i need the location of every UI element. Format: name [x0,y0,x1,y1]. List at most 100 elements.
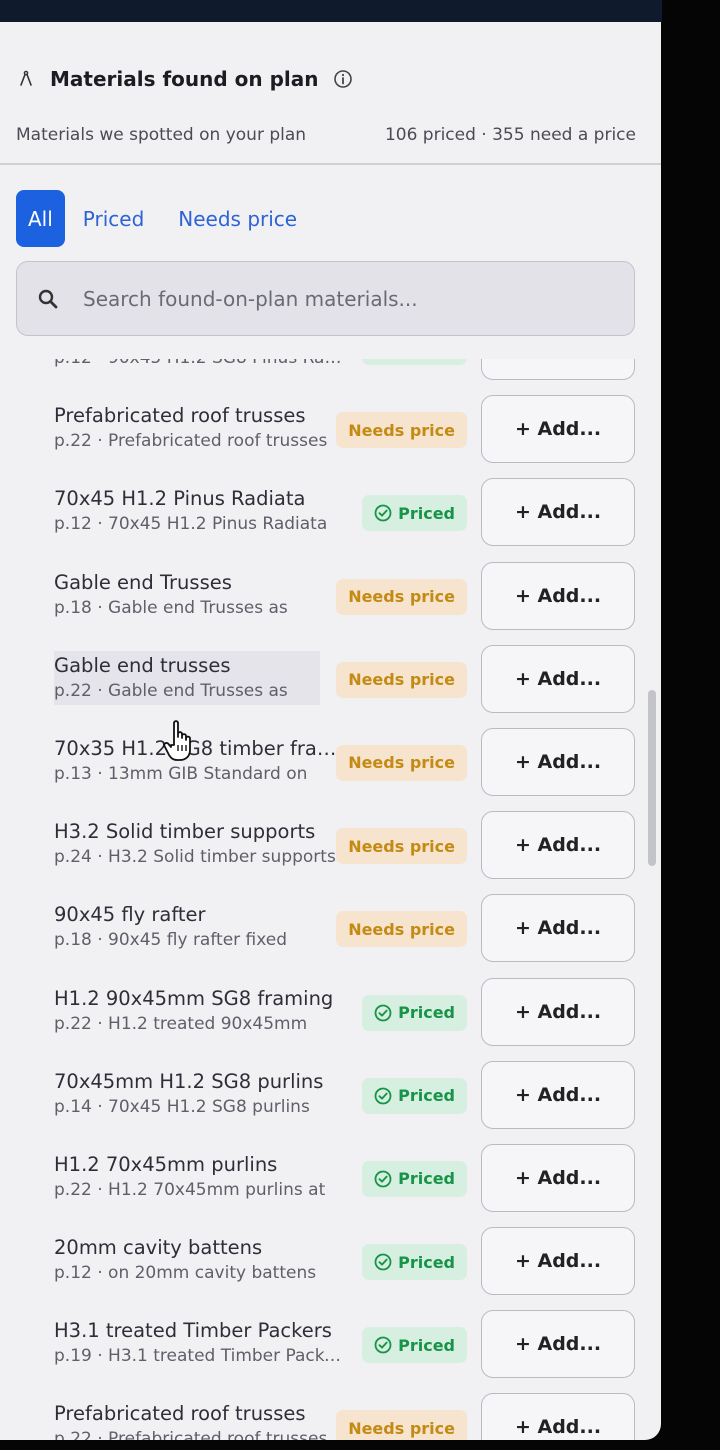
add-button[interactable]: + Add... [481,894,635,963]
material-name: Prefabricated roof trusses [54,404,306,428]
material-row[interactable]: 70x45 H1.2 Pinus Radiata p.12 · 70x45 H1.… [0,476,661,559]
add-button[interactable]: + Add... [481,359,635,380]
add-button[interactable]: + Add... [481,1393,635,1440]
check-circle-icon [374,1253,392,1271]
status-label: Needs price [348,753,455,773]
add-button[interactable]: + Add... [481,1227,635,1296]
material-source: p.12 · 70x45 H1.2 Pinus Radiata [54,514,328,535]
status-label: Priced [398,1003,455,1022]
add-button[interactable]: + Add... [481,1060,635,1129]
material-row[interactable]: Gable end trusses p.22 · Gable end Trusse… [0,643,661,726]
status-badge: Priced [362,1244,467,1281]
status-badge: Priced [362,359,467,365]
material-text[interactable]: 20mm cavity battens p.12 · on 20mm cavity… [54,1235,344,1285]
material-text[interactable]: Gable end trusses p.22 · Gable end Trusse… [54,650,320,705]
material-source: p.12 · on 20mm cavity battens [54,1263,317,1284]
status-label: Priced [398,1252,455,1272]
filter-tabs: All Priced Needs price [16,190,315,247]
material-text[interactable]: 70x45 H1.2 Pinus Radiata p.12 · 70x45 H1.… [54,486,344,536]
status-label: Priced [398,503,455,523]
add-button[interactable]: + Add... [481,811,635,880]
divider [0,163,661,165]
compass-icon [20,70,32,86]
status-label: Needs price [348,420,455,440]
material-name: 90x45 fly rafter [54,903,206,927]
status-badge: Needs price [336,911,467,948]
material-source: p.18 · 90x45 fly rafter fixed [54,930,288,951]
tab-priced[interactable]: Priced [67,190,160,247]
material-text[interactable]: Gable end Trusses p.18 · Gable end Trusse… [54,570,344,620]
material-row[interactable]: H3.1 treated Timber Packers p.19 · H3.1 t… [0,1308,661,1391]
search-box[interactable] [16,261,635,336]
material-source: p.22 · H1.2 70x45mm purlins at [54,1179,326,1200]
status-label: Priced [398,1169,455,1189]
material-text[interactable]: Prefabricated roof trusses p.22 · Prefabr… [54,1401,344,1440]
check-circle-icon [374,1336,392,1354]
add-button[interactable]: + Add... [481,644,635,713]
material-text[interactable]: 90x45 H1.2 SG8 Pinus Radiatap.12 · 90x45… [54,359,344,370]
material-row[interactable]: H1.2 90x45mm SG8 framing p.22 · H1.2 trea… [0,976,661,1059]
hand-cursor-icon [163,720,191,761]
add-button[interactable]: + Add... [481,561,635,630]
material-source: p.12 · 90x45 H1.2 SG8 Pinus Radiata [54,359,344,370]
material-row[interactable]: 90x45 fly rafter p.18 · 90x45 fly rafter … [0,892,661,975]
add-button[interactable]: + Add... [481,478,635,547]
material-row[interactable]: 90x45 H1.2 SG8 Pinus Radiatap.12 · 90x45… [0,359,661,393]
material-row[interactable]: Prefabricated roof trusses p.22 · Prefabr… [0,1391,661,1440]
status-badge: Priced [362,1077,467,1114]
search-input[interactable] [83,286,634,311]
material-row[interactable]: Gable end Trusses p.18 · Gable end Trusse… [0,560,661,643]
material-text[interactable]: 90x45 fly rafter p.18 · 90x45 fly rafter … [54,902,344,952]
material-source: p.13 · 13mm GIB Standard on [54,763,308,784]
material-text[interactable]: H3.1 treated Timber Packers p.19 · H3.1 t… [54,1318,344,1368]
tab-needs-price[interactable]: Needs price [162,190,313,247]
material-text[interactable]: H1.2 90x45mm SG8 framing p.22 · H1.2 trea… [54,986,344,1036]
check-circle-icon [374,1004,392,1021]
material-text[interactable]: 70x35 H1.2 SG8 timber framing p.13 · 13mm… [54,736,344,786]
material-name: 20mm cavity battens [54,1236,263,1260]
status-label: Needs price [348,919,455,939]
material-row[interactable]: H1.2 70x45mm purlins p.22 · H1.2 70x45mm … [0,1142,661,1225]
status-badge: Needs price [336,828,467,865]
material-row[interactable]: Prefabricated roof trusses p.22 · Prefabr… [0,393,661,476]
status-badge: Priced [362,1327,467,1364]
panel-header: Materials found on plan [16,64,353,94]
material-row[interactable]: 20mm cavity battens p.12 · on 20mm cavity… [0,1225,661,1308]
material-source: p.22 · Gable end Trusses as [54,680,288,701]
check-circle-icon [374,1087,392,1105]
price-summary: 106 priced · 355 need a price [384,125,636,145]
material-name: H1.2 70x45mm purlins [54,1152,278,1176]
material-source: p.22 · H1.2 treated 90x45mm [54,1013,308,1034]
material-source: p.22 · Prefabricated roof trusses [54,431,328,452]
panel-description: Materials we spotted on your plan [16,125,307,145]
status-label: Needs price [348,587,455,607]
material-text[interactable]: H1.2 70x45mm purlins p.22 · H1.2 70x45mm … [54,1152,344,1202]
add-button[interactable]: + Add... [481,395,635,464]
material-name: H3.1 treated Timber Packers [54,1319,332,1343]
materials-panel: Materials found on plan Materials we spo… [0,22,661,1440]
material-row[interactable]: 70x45mm H1.2 SG8 purlins p.14 · 70x45 H1.… [0,1059,661,1142]
add-button[interactable]: + Add... [481,977,635,1046]
material-text[interactable]: 70x45mm H1.2 SG8 purlins p.14 · 70x45 H1.… [54,1069,344,1119]
material-source: p.19 · H3.1 treated Timber Packers [54,1346,344,1367]
top-bar [0,0,662,22]
status-badge: Needs price [336,412,467,449]
status-badge: Priced [362,994,467,1031]
material-text[interactable]: H3.2 Solid timber supports p.24 · H3.2 So… [54,819,344,869]
material-row[interactable]: 70x35 H1.2 SG8 timber framing p.13 · 13mm… [0,726,661,809]
material-text[interactable]: Prefabricated roof trusses p.22 · Prefabr… [54,403,344,453]
materials-list[interactable]: 90x45 H1.2 SG8 Pinus Radiatap.12 · 90x45… [0,359,661,1440]
add-button[interactable]: + Add... [481,1310,635,1379]
material-name: Gable end Trusses [54,570,232,594]
material-row[interactable]: H3.2 Solid timber supports p.24 · H3.2 So… [0,809,661,892]
info-icon[interactable] [333,69,353,89]
add-button[interactable]: + Add... [481,1143,635,1212]
check-circle-icon [374,504,392,522]
add-button[interactable]: + Add... [481,727,635,796]
material-name: H3.2 Solid timber supports [54,820,316,844]
check-circle-icon [374,1170,392,1188]
status-badge: Priced [362,1160,467,1197]
material-name: Gable end trusses [54,653,231,677]
scrollbar-thumb[interactable] [648,690,656,866]
tab-all[interactable]: All [16,190,65,247]
